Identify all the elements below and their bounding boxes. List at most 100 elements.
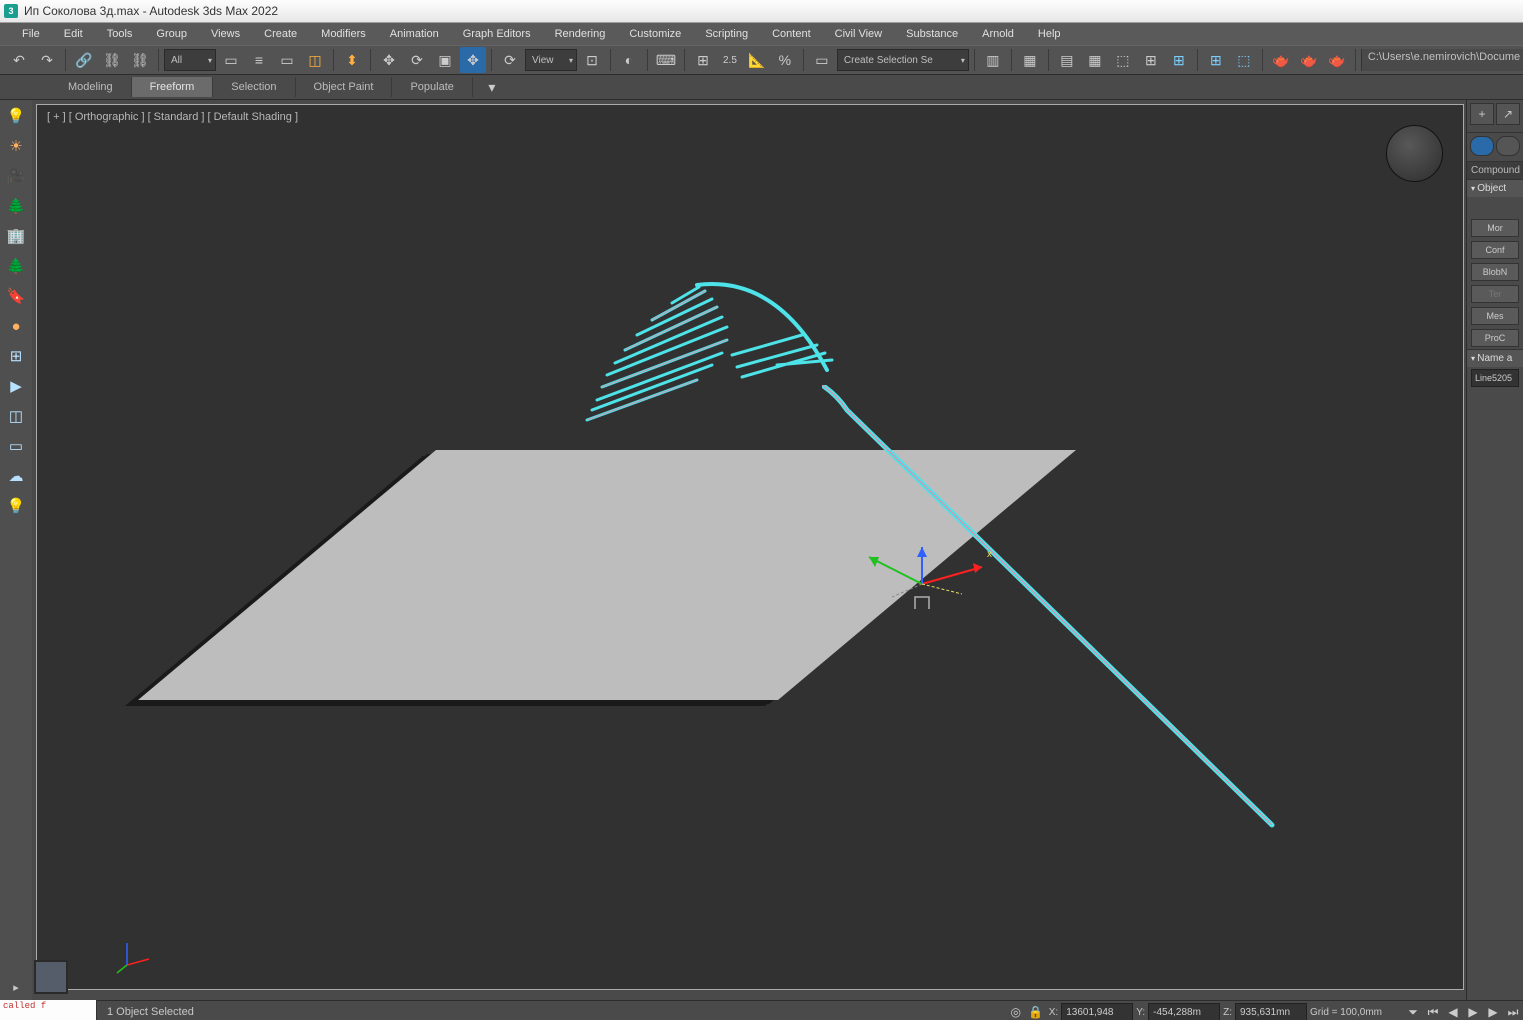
window-crossing-button[interactable]: ◫: [302, 47, 328, 73]
menu-tools[interactable]: Tools: [95, 25, 145, 43]
render-iterative-button[interactable]: 🫖: [1296, 47, 1322, 73]
viewport-label[interactable]: [ + ] [ Orthographic ] [ Standard ] [ De…: [47, 111, 298, 123]
ribbon-overflow-button[interactable]: ▾: [479, 74, 505, 100]
edit-named-selection-button[interactable]: ▭: [809, 47, 835, 73]
light-sun-icon[interactable]: ☀: [3, 134, 29, 158]
align-button[interactable]: ▦: [1017, 47, 1043, 73]
bind-space-warp-button[interactable]: ⛓: [127, 47, 153, 73]
menu-views[interactable]: Views: [199, 25, 252, 43]
menu-rendering[interactable]: Rendering: [543, 25, 618, 43]
curve-editor-button[interactable]: ⬚: [1110, 47, 1136, 73]
menu-arnold[interactable]: Arnold: [970, 25, 1026, 43]
conform-button[interactable]: Conf: [1471, 241, 1519, 259]
link-button[interactable]: 🔗: [71, 47, 97, 73]
select-move-button[interactable]: ✥: [376, 47, 402, 73]
render-active-shade-button[interactable]: 🫖: [1324, 47, 1350, 73]
goto-end-icon[interactable]: ⏭: [1503, 1003, 1523, 1020]
layer-explorer-button[interactable]: ▤: [1054, 47, 1080, 73]
blobmesh-button[interactable]: BlobN: [1471, 263, 1519, 281]
menu-customize[interactable]: Customize: [617, 25, 693, 43]
bookmark-icon[interactable]: 🔖: [3, 284, 29, 308]
camera-icon[interactable]: 🎥: [3, 164, 29, 188]
select-scale-button[interactable]: ▣: [432, 47, 458, 73]
tab-modeling[interactable]: Modeling: [50, 77, 132, 97]
material-editor-button[interactable]: ⊞: [1166, 47, 1192, 73]
shapes-category-icon[interactable]: [1496, 136, 1520, 156]
menu-file[interactable]: File: [10, 25, 52, 43]
tab-freeform[interactable]: Freeform: [132, 77, 214, 97]
selection-filter-dropdown[interactable]: All: [164, 49, 216, 71]
viewport-layout-thumb[interactable]: [34, 960, 68, 994]
isolate-toggle-icon[interactable]: ◎: [1006, 1003, 1026, 1020]
next-frame-icon[interactable]: ▶: [1483, 1003, 1503, 1020]
percent-snap-button[interactable]: 📐: [744, 47, 770, 73]
object-type-rollout[interactable]: Object: [1467, 179, 1523, 197]
menu-modifiers[interactable]: Modifiers: [309, 25, 378, 43]
mesher-button[interactable]: Mes: [1471, 307, 1519, 325]
snap-toggle-button[interactable]: ⊞: [690, 47, 716, 73]
crop-icon[interactable]: ◫: [3, 404, 29, 428]
maxscript-listener[interactable]: called f: [0, 1000, 97, 1020]
menu-civil-view[interactable]: Civil View: [823, 25, 894, 43]
terrain-button[interactable]: Ter: [1471, 285, 1519, 303]
select-place-button[interactable]: ✥: [460, 47, 486, 73]
tab-object-paint[interactable]: Object Paint: [296, 77, 393, 97]
prev-frame-icon[interactable]: ◀: [1443, 1003, 1463, 1020]
viewport[interactable]: [ + ] [ Orthographic ] [ Standard ] [ De…: [36, 104, 1464, 990]
scene-spline-scribble[interactable]: [577, 275, 857, 455]
menu-create[interactable]: Create: [252, 25, 309, 43]
menu-group[interactable]: Group: [144, 25, 199, 43]
ref-coord-dropdown[interactable]: View: [525, 49, 577, 71]
manipulate-button[interactable]: ◐: [616, 47, 642, 73]
render-setup-button[interactable]: ⊞: [1203, 47, 1229, 73]
tab-selection[interactable]: Selection: [213, 77, 295, 97]
select-region-button[interactable]: ▭: [274, 47, 300, 73]
unlink-button[interactable]: ⛓: [99, 47, 125, 73]
undo-button[interactable]: ↶: [6, 47, 32, 73]
create-panel-tab[interactable]: +: [1470, 103, 1494, 125]
menu-help[interactable]: Help: [1026, 25, 1073, 43]
menu-animation[interactable]: Animation: [378, 25, 451, 43]
time-tag-icon[interactable]: ⏷: [1403, 1003, 1423, 1020]
tree2-icon[interactable]: 🌲: [3, 254, 29, 278]
menu-graph-editors[interactable]: Graph Editors: [451, 25, 543, 43]
transform-gizmo[interactable]: x: [857, 539, 997, 609]
render-production-button[interactable]: 🫖: [1268, 47, 1294, 73]
bulb2-icon[interactable]: 💡: [3, 494, 29, 518]
keyboard-shortcut-override-button[interactable]: ⌨: [653, 47, 679, 73]
z-coord-field[interactable]: 935,631mn: [1235, 1003, 1307, 1020]
menu-content[interactable]: Content: [760, 25, 823, 43]
rect-icon[interactable]: ▭: [3, 434, 29, 458]
menu-scripting[interactable]: Scripting: [693, 25, 760, 43]
dot-icon[interactable]: ●: [3, 314, 29, 338]
pivot-center-button[interactable]: ⊡: [579, 47, 605, 73]
category-dropdown[interactable]: Compound: [1467, 162, 1523, 179]
ref-coord-toggle-button[interactable]: ⟳: [497, 47, 523, 73]
tab-populate[interactable]: Populate: [392, 77, 472, 97]
y-coord-field[interactable]: -454,288m: [1148, 1003, 1220, 1020]
named-selection-dropdown[interactable]: Create Selection Se: [837, 49, 969, 71]
schematic-view-button[interactable]: ⊞: [1138, 47, 1164, 73]
selection-lock-icon[interactable]: 🔒: [1026, 1003, 1046, 1020]
redo-button[interactable]: ↷: [34, 47, 60, 73]
name-color-rollout[interactable]: Name a: [1467, 349, 1523, 367]
play-anim-icon[interactable]: ▶: [1463, 1003, 1483, 1020]
building-icon[interactable]: 🏢: [3, 224, 29, 248]
modify-panel-tab[interactable]: ↗: [1496, 103, 1520, 125]
cloud-icon[interactable]: ☁: [3, 464, 29, 488]
scene-spline-line[interactable]: [822, 385, 1282, 845]
spinner-snap-button[interactable]: %: [772, 47, 798, 73]
rendered-frame-button[interactable]: ⬚: [1231, 47, 1257, 73]
procutter-button[interactable]: ProC: [1471, 329, 1519, 347]
angle-snap-button[interactable]: 2.5: [718, 47, 742, 73]
view-cube[interactable]: [1386, 125, 1443, 182]
select-manipulate-button[interactable]: ⬍: [339, 47, 365, 73]
x-coord-field[interactable]: 13601,948: [1061, 1003, 1133, 1020]
mirror-button[interactable]: ▥: [980, 47, 1006, 73]
light-omni-icon[interactable]: 💡: [3, 104, 29, 128]
menu-substance[interactable]: Substance: [894, 25, 970, 43]
toggle-ribbon-button[interactable]: ▦: [1082, 47, 1108, 73]
play-icon[interactable]: ▶: [3, 374, 29, 398]
select-rotate-button[interactable]: ⟳: [404, 47, 430, 73]
select-by-name-button[interactable]: ≡: [246, 47, 272, 73]
